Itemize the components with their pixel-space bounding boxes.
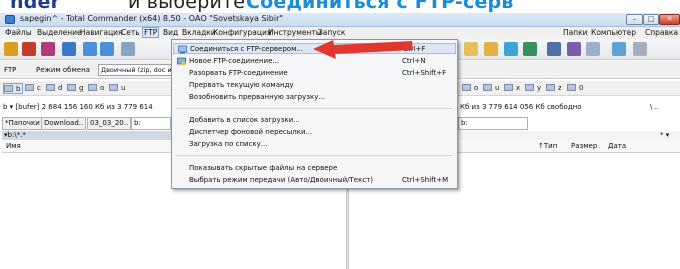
red-arrow-shape (313, 40, 413, 59)
arrow-icon (313, 40, 413, 59)
